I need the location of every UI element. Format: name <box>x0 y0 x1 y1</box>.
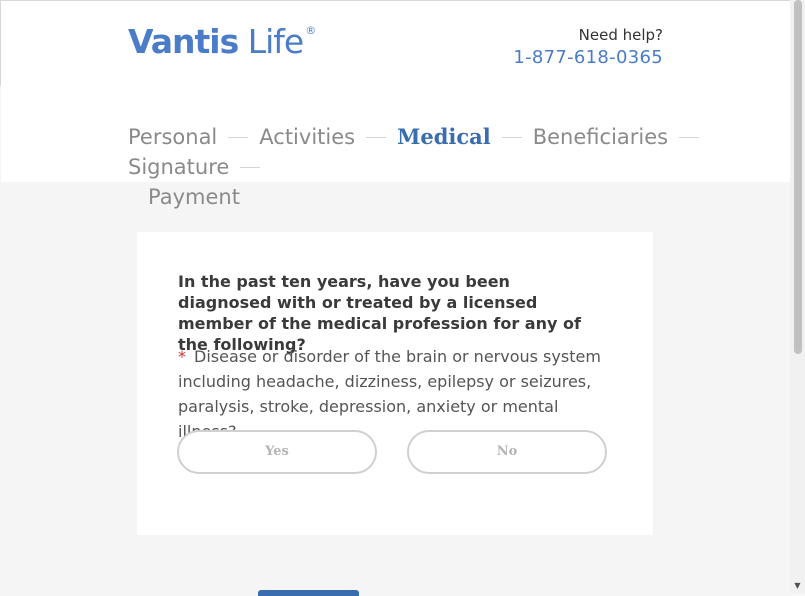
question-card: In the past ten years, have you been dia… <box>137 232 653 535</box>
step-personal[interactable]: Personal <box>128 122 217 152</box>
progress-steps: Personal Activities Medical Beneficiaries Si… <box>128 122 783 212</box>
logo-bold-text: Vantis <box>128 22 239 61</box>
continue-button[interactable] <box>258 590 359 596</box>
scrollbar-thumb[interactable] <box>794 0 802 354</box>
step-separator <box>501 136 522 138</box>
help-label: Need help? <box>578 26 663 44</box>
step-separator <box>240 166 261 168</box>
question-detail: * Disease or disorder of the brain or ner… <box>178 344 618 444</box>
vantis-life-logo[interactable]: Vantis Life ® <box>128 22 316 61</box>
no-button[interactable]: No <box>407 430 607 474</box>
scroll-down-arrow-icon[interactable]: ▼ <box>790 581 805 591</box>
logo-registered-mark: ® <box>305 24 316 37</box>
step-payment[interactable]: Payment <box>148 182 240 212</box>
step-separator <box>228 136 249 138</box>
logo-light-text: Life <box>247 22 304 61</box>
step-separator <box>366 136 387 138</box>
step-medical[interactable]: Medical <box>397 122 491 152</box>
required-asterisk: * <box>178 347 186 366</box>
yes-button[interactable]: Yes <box>177 430 377 474</box>
help-phone-link[interactable]: 1-877-618-0365 <box>513 47 663 68</box>
step-signature[interactable]: Signature <box>128 152 229 182</box>
vertical-scrollbar[interactable]: ▼ <box>790 0 805 593</box>
step-activities[interactable]: Activities <box>259 122 355 152</box>
page-header: Vantis Life ® Need help? 1-877-618-0365 P… <box>1 1 790 209</box>
step-separator <box>679 136 700 138</box>
question-detail-text: Disease or disorder of the brain or nerv… <box>178 347 601 441</box>
question-text: In the past ten years, have you been dia… <box>178 272 581 354</box>
step-beneficiaries[interactable]: Beneficiaries <box>533 122 668 152</box>
